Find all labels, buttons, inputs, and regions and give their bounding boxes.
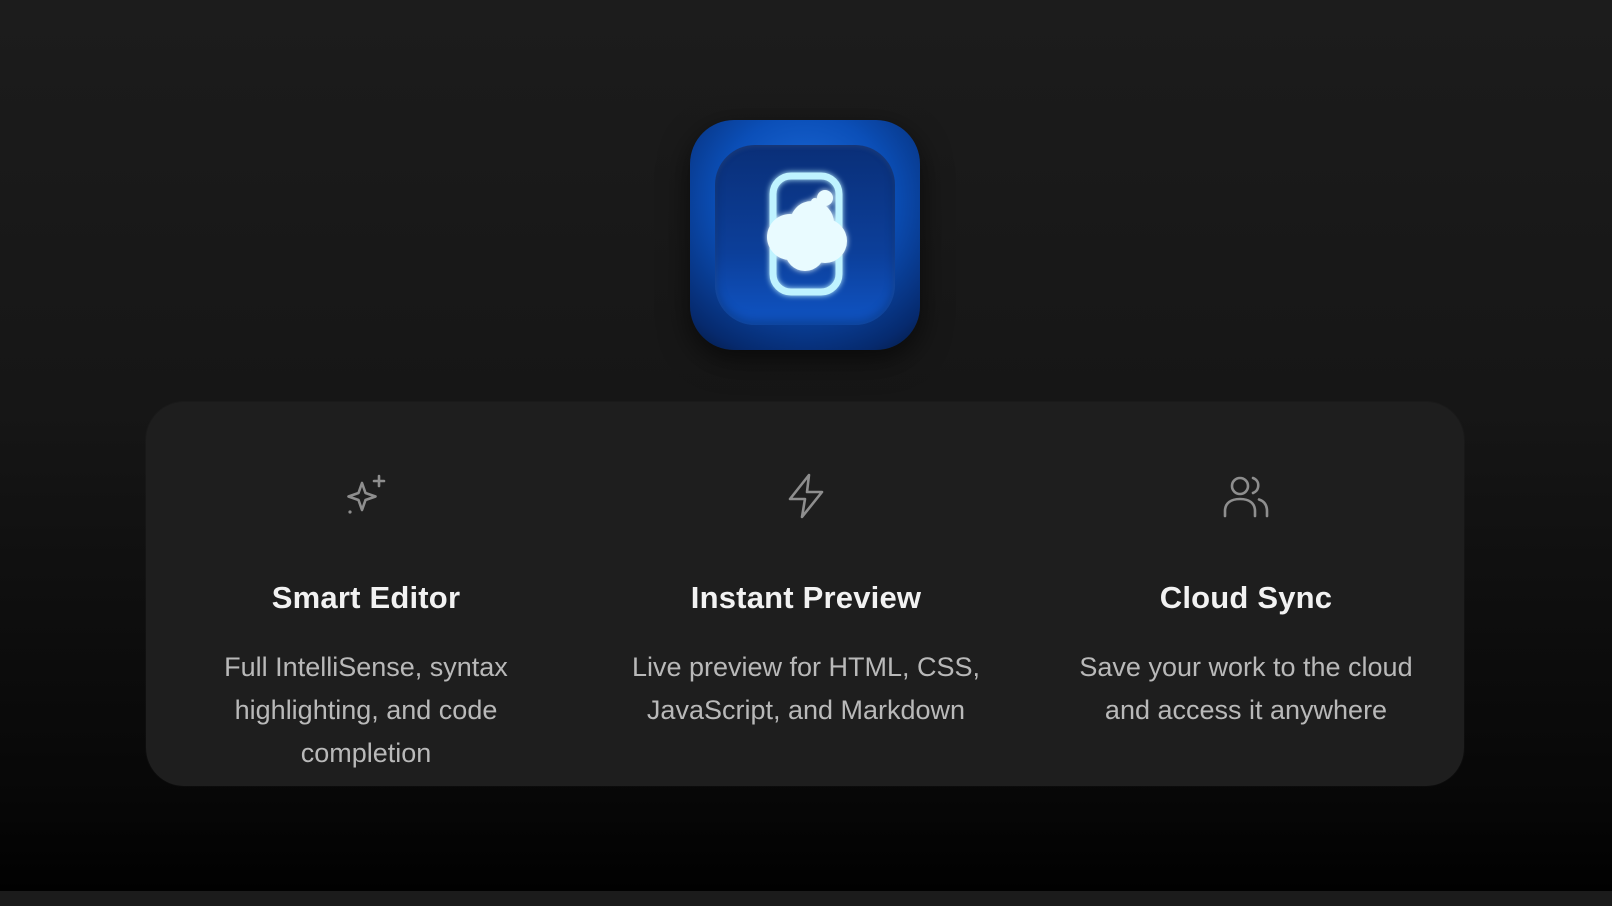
bottom-bar [0, 891, 1612, 906]
feature-description: Live preview for HTML, CSS, JavaScript, … [631, 652, 981, 725]
feature-title: Instant Preview [690, 580, 922, 615]
features-card: Smart Editor Full IntelliSense, syntax h… [146, 402, 1464, 786]
feature-description: Save your work to the cloud and access i… [1079, 652, 1413, 725]
lightning-bolt-icon [782, 472, 830, 520]
users-icon [1222, 472, 1270, 520]
feature-description: Full IntelliSense, syntax highlighting, … [224, 652, 508, 768]
sparkles-icon [342, 472, 390, 520]
feature-title: Smart Editor [271, 580, 461, 615]
app-icon [690, 120, 920, 350]
app-icon-inner [715, 145, 895, 325]
cloud-phone-icon [767, 172, 847, 296]
feature-title: Cloud Sync [1159, 580, 1333, 615]
